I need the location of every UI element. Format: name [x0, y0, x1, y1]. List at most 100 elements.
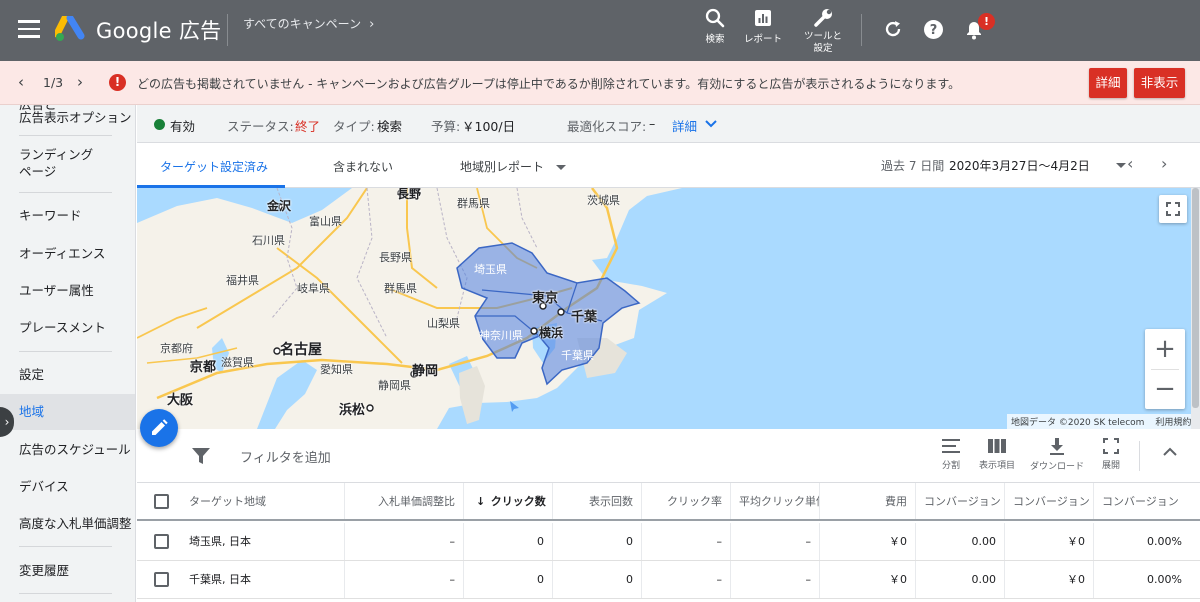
header-impressions[interactable]: 表示回数: [553, 483, 642, 519]
tools-label-line2: 設定: [813, 43, 833, 54]
svg-text:?: ?: [930, 23, 938, 38]
filter-icon[interactable]: [192, 448, 210, 465]
refresh-icon[interactable]: [883, 19, 903, 39]
wrench-icon: [814, 9, 832, 27]
page-scrollbar[interactable]: [1191, 188, 1200, 429]
table-row[interactable]: 埼玉県, 日本 – 0 0 – – ￥0 0.00 ￥0 0.00%: [137, 523, 1200, 561]
cell-conversions: 0.00: [916, 523, 1005, 560]
sidebar-item-settings[interactable]: 設定: [19, 366, 44, 383]
sidebar-item-locations-label[interactable]: 地域: [19, 403, 44, 420]
bar-chart-icon: [755, 10, 771, 26]
sidebar-item-landing-line2[interactable]: ページ: [19, 163, 56, 180]
header-clicks[interactable]: ↓ クリック数: [464, 483, 553, 519]
add-filter-input[interactable]: フィルタを追加: [240, 447, 331, 466]
score-detail-link[interactable]: 詳細: [672, 116, 697, 135]
download-button[interactable]: ダウンロード: [1027, 438, 1087, 472]
header-cell-location[interactable]: ターゲット地域: [137, 483, 345, 519]
select-all-checkbox[interactable]: [154, 494, 169, 509]
sidebar-divider: [19, 135, 112, 136]
map-fullscreen-button[interactable]: [1159, 195, 1187, 223]
map-label-chiba: 千葉: [571, 310, 598, 325]
notice-pager: 1/3: [43, 75, 64, 90]
sidebar-item-placements[interactable]: プレースメント: [19, 319, 106, 336]
notice-detail-button[interactable]: 詳細: [1089, 68, 1127, 98]
search-button[interactable]: 検索: [700, 8, 730, 45]
cell-bid-adj[interactable]: –: [345, 561, 464, 598]
breadcrumb-campaigns[interactable]: すべてのキャンペーン: [243, 17, 361, 31]
sidebar-item-devices[interactable]: デバイス: [19, 478, 69, 495]
sidebar-divider: [19, 351, 112, 352]
previous-notice-icon[interactable]: ‹: [18, 73, 24, 91]
notification-badge: !: [978, 13, 995, 30]
chevron-down-icon[interactable]: [705, 120, 717, 128]
header-cost-per-conversion[interactable]: コンバージョン: [1005, 483, 1094, 519]
date-dropdown-caret-icon[interactable]: [1116, 163, 1126, 168]
map-label-osaka: 大阪: [167, 393, 194, 408]
breadcrumb[interactable]: すべてのキャンペーン ›: [243, 15, 374, 32]
tab-targeted[interactable]: ターゲット設定済み: [160, 158, 268, 175]
google-ads-logo-icon[interactable]: [55, 16, 85, 42]
report-button[interactable]: レポート: [742, 8, 784, 45]
location-map[interactable]: 長野 群馬県 茨城県 金沢 富山県 石川県 長野県 埼玉県 福井県 岐阜県 群馬…: [137, 188, 1191, 429]
budget-value[interactable]: ￥100/日: [462, 116, 515, 135]
segment-label: 分割: [941, 461, 960, 471]
divider: [1139, 441, 1140, 471]
sidebar-item-audiences[interactable]: オーディエンス: [19, 245, 105, 262]
sidebar-item-landing-line1[interactable]: ランディング: [19, 146, 93, 163]
table-row[interactable]: 千葉県, 日本 – 0 0 – – ￥0 0.00 ￥0 0.00%: [137, 561, 1200, 599]
date-previous-icon[interactable]: ‹: [1127, 154, 1133, 173]
cell-cost-per-conversion: ￥0: [1005, 561, 1094, 598]
sidebar-item-ad-schedule[interactable]: 広告のスケジュール: [19, 441, 131, 458]
header-conversion-rate[interactable]: コンバージョン: [1094, 483, 1190, 519]
tab-excluded[interactable]: 含まれない: [333, 158, 393, 175]
cell-conversion-rate: 0.00%: [1147, 535, 1182, 548]
expand-icon: [1103, 438, 1119, 454]
cell-cost: ￥0: [820, 523, 916, 560]
search-label: 検索: [705, 34, 725, 45]
sidebar-item-keywords[interactable]: キーワード: [19, 207, 82, 224]
map-terms-link[interactable]: 利用規約: [1155, 418, 1191, 428]
menu-icon[interactable]: [18, 20, 40, 38]
score-value: –: [649, 116, 656, 131]
status-label: ステータス:: [227, 119, 294, 134]
row-checkbox[interactable]: [154, 572, 169, 587]
sidebar-item-demographics[interactable]: ユーザー属性: [19, 282, 94, 299]
next-notice-icon[interactable]: ›: [77, 73, 83, 91]
row-checkbox[interactable]: [154, 534, 169, 549]
segment-button[interactable]: 分割: [937, 438, 965, 471]
chevron-right-icon: ›: [369, 17, 375, 32]
date-next-icon[interactable]: ›: [1161, 154, 1167, 173]
map-zoom-in-button[interactable]: +: [1145, 329, 1185, 369]
columns-button[interactable]: 表示項目: [975, 438, 1019, 471]
tools-settings-button[interactable]: ツールと 設定: [800, 8, 846, 55]
date-range-value[interactable]: 2020年3月27日～4月2日: [949, 157, 1090, 174]
header-avg-cpc[interactable]: 平均クリック単価: [731, 483, 820, 519]
budget-label: 予算:: [431, 119, 461, 134]
table-header: ターゲット地域 入札単価調整比 ↓ クリック数 表示回数 クリック率 平均クリッ…: [137, 483, 1200, 521]
header-cost[interactable]: 費用: [820, 483, 916, 519]
cell-conversion-rate: 0.00%: [1147, 573, 1182, 586]
geo-report-dropdown[interactable]: 地域別レポート: [460, 158, 567, 175]
edit-fab-button[interactable]: [140, 409, 178, 447]
header-conversions[interactable]: コンバージョン: [916, 483, 1005, 519]
top-bar: Google 広告 すべてのキャンペーン › 検索 レポート ツールと 設定 ? …: [0, 0, 1200, 61]
sidebar-item-advanced-bid-adjustments[interactable]: 高度な入札単価調整: [19, 515, 132, 532]
cell-impressions: 0: [553, 523, 642, 560]
status-value: 終了: [295, 119, 321, 134]
help-icon[interactable]: ?: [923, 19, 944, 40]
sidebar-item-change-history[interactable]: 変更履歴: [19, 562, 69, 579]
sidebar-item-ads-extensions[interactable]: 広告表示オプション: [19, 109, 132, 126]
cell-bid-adj[interactable]: –: [345, 523, 464, 560]
expand-button[interactable]: 展開: [1097, 438, 1125, 471]
map-label-saitama: 埼玉県: [474, 263, 507, 276]
scrollbar-thumb[interactable]: [1192, 188, 1199, 408]
notice-hide-button[interactable]: 非表示: [1134, 68, 1185, 98]
date-range-label[interactable]: 過去 7 日間: [881, 157, 944, 174]
status-enabled-text[interactable]: 有効: [170, 116, 195, 135]
chevron-up-icon[interactable]: [1163, 447, 1177, 456]
header-ctr[interactable]: クリック率: [642, 483, 731, 519]
header-bid-adj[interactable]: 入札単価調整比: [345, 483, 464, 519]
map-zoom-out-button[interactable]: −: [1145, 369, 1185, 409]
cell-conversions: 0.00: [916, 561, 1005, 598]
enabled-status-dot-icon: [154, 119, 165, 130]
